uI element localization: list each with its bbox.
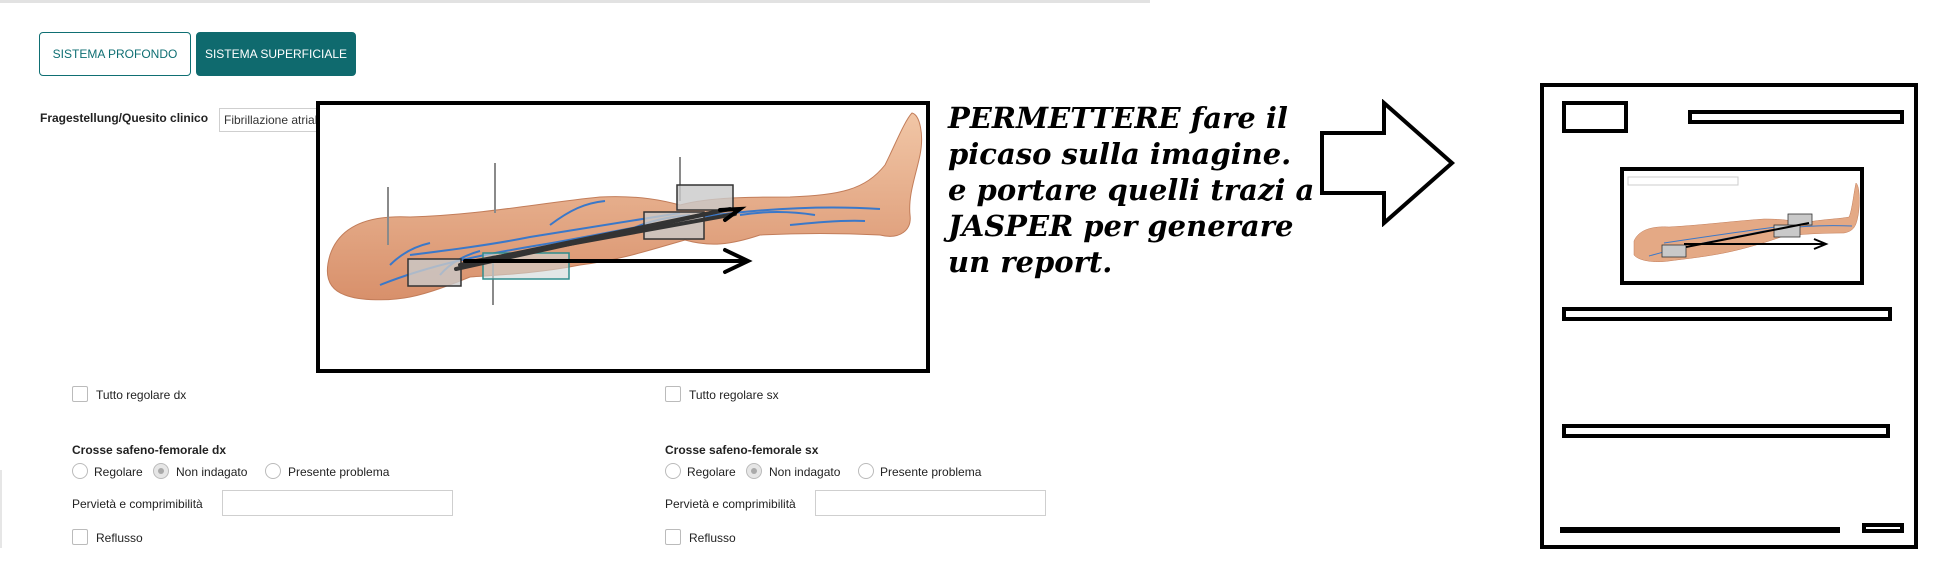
pervieta-dx-input[interactable] — [222, 490, 453, 516]
radio-presente-dx[interactable] — [265, 463, 281, 479]
left-edge-divider — [0, 470, 2, 548]
radio-non-indagato-sx[interactable] — [746, 463, 762, 479]
pervieta-sx-label: Pervietà e comprimibilità — [665, 497, 796, 511]
reflusso-sx-label: Reflusso — [689, 531, 736, 545]
report-page-number-box — [1862, 523, 1904, 533]
radio-regolare-sx[interactable] — [665, 463, 681, 479]
annotation-note: PERMETTERE fare il picaso sulla imagine.… — [948, 100, 1328, 280]
reflusso-dx-label: Reflusso — [96, 531, 143, 545]
note-line-1: PERMETTERE fare il — [948, 101, 1288, 135]
reflusso-sx-checkbox[interactable] — [665, 529, 681, 545]
report-image-frame — [1620, 167, 1864, 285]
report-leg-thumbnail — [1627, 176, 1860, 262]
report-logo-box — [1562, 101, 1628, 133]
radio-regolare-dx[interactable] — [72, 463, 88, 479]
tutto-regolare-dx-label: Tutto regolare dx — [96, 388, 187, 402]
quesito-label: Fragestellung/Quesito clinico — [40, 111, 209, 125]
radio-non-indagato-dx[interactable] — [153, 463, 169, 479]
note-line-4: JASPER per generare — [948, 209, 1294, 243]
top-divider — [0, 0, 1150, 3]
radio-non-indagato-sx-label: Non indagato — [769, 465, 841, 479]
report-text-bar-1 — [1562, 307, 1892, 321]
radio-presente-sx-label: Presente problema — [880, 465, 982, 479]
radio-presente-dx-label: Presente problema — [288, 465, 390, 479]
crosse-sx-title: Crosse safeno-femorale sx — [665, 443, 819, 457]
radio-non-indagato-dx-label: Non indagato — [176, 465, 248, 479]
tab-sistema-superficiale[interactable]: SISTEMA SUPERFICIALE — [196, 32, 356, 76]
report-mockup — [1540, 83, 1918, 549]
pervieta-sx-input[interactable] — [815, 490, 1046, 516]
pervieta-dx-label: Pervietà e comprimibilità — [72, 497, 203, 511]
radio-regolare-sx-label: Regolare — [687, 465, 736, 479]
crosse-dx-title: Crosse safeno-femorale dx — [72, 443, 227, 457]
tutto-regolare-sx-label: Tutto regolare sx — [689, 388, 779, 402]
reflusso-dx-checkbox[interactable] — [72, 529, 88, 545]
report-text-bar-2 — [1562, 424, 1890, 438]
radio-presente-sx[interactable] — [858, 463, 874, 479]
note-line-3: e portare quelli trazi a — [948, 173, 1315, 207]
leg-veins-diagram[interactable] — [320, 105, 926, 369]
right-arrow-icon — [1320, 99, 1456, 227]
report-header-bar — [1688, 110, 1904, 124]
leg-image-frame — [316, 101, 930, 373]
report-footer-line — [1560, 527, 1840, 533]
note-line-5: un report. — [948, 245, 1113, 279]
tutto-regolare-sx-checkbox[interactable] — [665, 386, 681, 402]
tab-sistema-profondo[interactable]: SISTEMA PROFONDO — [39, 32, 191, 76]
tutto-regolare-dx-checkbox[interactable] — [72, 386, 88, 402]
note-line-2: picaso sulla imagine. — [948, 137, 1292, 171]
radio-regolare-dx-label: Regolare — [94, 465, 143, 479]
